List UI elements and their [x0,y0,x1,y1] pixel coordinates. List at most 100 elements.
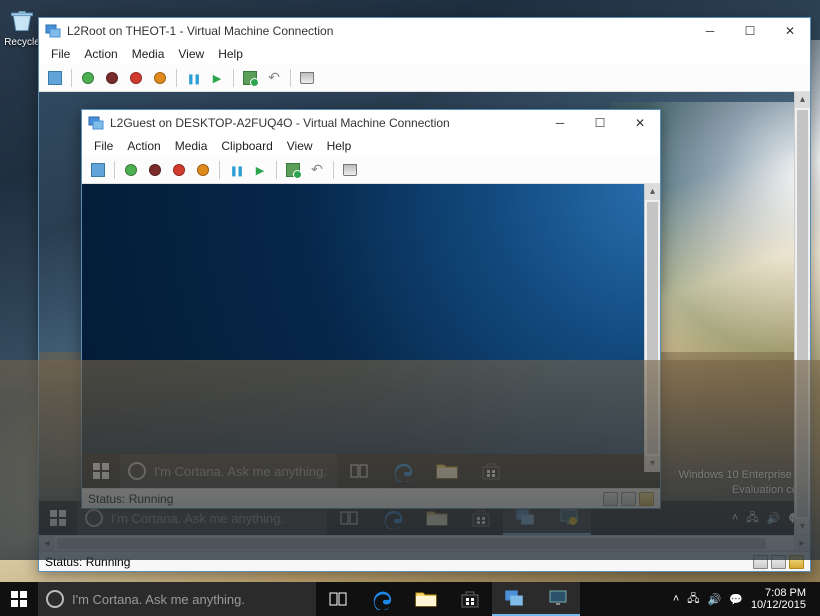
store-icon [471,508,491,528]
checkpoint-button[interactable] [283,160,303,180]
menu-help[interactable]: Help [212,46,249,62]
maximize-button[interactable]: ☐ [580,110,620,136]
recycle-bin[interactable]: Recycle [4,6,40,48]
vm2-guest-surface[interactable]: I'm Cortana. Ask me anything. [82,184,660,488]
vm2-title: L2Guest on DESKTOP-A2FUQ4O - Virtual Mac… [110,116,540,130]
menu-action[interactable]: Action [121,138,166,154]
explorer-button[interactable] [425,454,469,488]
turnoff-button[interactable] [145,160,165,180]
vm2-vertical-scrollbar[interactable]: ▴▾ [644,184,660,472]
tray-chevron-icon[interactable]: ˄ [673,593,679,605]
enhanced-session-button[interactable] [340,160,360,180]
save-button[interactable] [193,160,213,180]
menu-view[interactable]: View [281,138,319,154]
ctrl-alt-del-button[interactable] [45,68,65,88]
tray-network-icon[interactable]: 🖧 [687,590,699,609]
cortana-icon [128,462,146,480]
vm1-titlebar[interactable]: L2Root on THEOT-1 - Virtual Machine Conn… [39,18,810,44]
tray-network-icon[interactable]: 🖧 [746,509,758,528]
windows-watermark: Windows 10 Enterprise In Evaluation cop [679,468,804,497]
tray-volume-icon[interactable]: 🔊 [708,593,722,606]
vm1-statusbar: Status: Running [39,551,810,571]
vm1-vertical-scrollbar[interactable]: ▴▾ [794,92,810,535]
menu-view[interactable]: View [172,46,210,62]
status-disk-icon [753,555,768,569]
folder-icon [415,590,437,608]
recycle-bin-label: Recycle [4,37,40,48]
pause-button[interactable] [226,160,246,180]
vm1-horizontal-scrollbar[interactable]: ◂▸ [39,535,810,551]
maximize-button[interactable]: ☐ [730,18,770,44]
menu-media[interactable]: Media [169,138,214,154]
ctrl-alt-del-button[interactable] [88,160,108,180]
task-view-button[interactable] [337,454,381,488]
cortana-icon [46,590,64,608]
cortana-search[interactable]: I'm Cortana. Ask me anything. [120,454,337,488]
store-icon [481,461,501,481]
cortana-placeholder: I'm Cortana. Ask me anything. [154,464,327,479]
task-view-icon [340,509,358,527]
vm-icon [45,23,61,39]
cortana-icon [85,509,103,527]
close-button[interactable]: ✕ [770,18,810,44]
start-button[interactable] [121,160,141,180]
vm1-title: L2Root on THEOT-1 - Virtual Machine Conn… [67,24,690,38]
minimize-button[interactable]: ─ [540,110,580,136]
monitor-icon [559,507,579,527]
tray-clock[interactable]: 7:08 PM 10/12/2015 [751,587,812,611]
shutdown-button[interactable] [169,160,189,180]
vm2-window: L2Guest on DESKTOP-A2FUQ4O - Virtual Mac… [81,109,661,509]
host-desktop: Recycle L2Root on THEOT-1 - Virtual Mach… [0,0,820,616]
host-tray[interactable]: ˄ 🖧 🔊 💬 7:08 PM 10/12/2015 [665,587,820,611]
explorer-button[interactable] [404,582,448,616]
shutdown-button[interactable] [126,68,146,88]
menu-file[interactable]: File [45,46,76,62]
task-view-button[interactable] [316,582,360,616]
vm2-guest-taskbar: I'm Cortana. Ask me anything. [82,454,660,488]
monitor-icon [548,588,568,608]
menu-file[interactable]: File [88,138,119,154]
turnoff-button[interactable] [102,68,122,88]
enhanced-session-button[interactable] [297,68,317,88]
revert-button[interactable] [264,68,284,88]
hyperv-button[interactable] [492,582,536,616]
save-button[interactable] [150,68,170,88]
menu-action[interactable]: Action [78,46,123,62]
menu-media[interactable]: Media [126,46,171,62]
windows-logo-icon [11,591,27,607]
cortana-placeholder: I'm Cortana. Ask me anything. [72,592,245,607]
status-device-icon [771,555,786,569]
status-lock-icon [639,492,654,506]
start-button[interactable] [39,501,77,535]
menu-clipboard[interactable]: Clipboard [215,138,278,154]
start-button[interactable] [78,68,98,88]
menu-help[interactable]: Help [321,138,358,154]
vm1-status-text: Status: Running [45,555,130,569]
vm2-titlebar[interactable]: L2Guest on DESKTOP-A2FUQ4O - Virtual Mac… [82,110,660,136]
start-button[interactable] [0,582,38,616]
tray-notifications-icon[interactable]: 💬 [729,593,743,606]
reset-button[interactable] [207,68,227,88]
vm2-status-text: Status: Running [88,492,173,506]
reset-button[interactable] [250,160,270,180]
vm2-toolbar [82,156,660,184]
minimize-button[interactable]: ─ [690,18,730,44]
pause-button[interactable] [183,68,203,88]
close-button[interactable]: ✕ [620,110,660,136]
start-button[interactable] [82,454,120,488]
tray-chevron-icon[interactable]: ˄ [732,512,738,524]
store-button[interactable] [448,582,492,616]
checkpoint-button[interactable] [240,68,260,88]
vm-icon [504,588,524,608]
revert-button[interactable] [307,160,327,180]
vmconnect-button[interactable] [536,582,580,616]
edge-icon [382,507,404,529]
edge-icon [392,460,414,482]
edge-button[interactable] [381,454,425,488]
tray-volume-icon[interactable]: 🔊 [767,512,781,525]
vm1-toolbar [39,64,810,92]
host-taskbar: I'm Cortana. Ask me anything. ˄ 🖧 🔊 💬 7:… [0,582,820,616]
edge-button[interactable] [360,582,404,616]
cortana-search[interactable]: I'm Cortana. Ask me anything. [38,582,316,616]
store-button[interactable] [469,454,513,488]
